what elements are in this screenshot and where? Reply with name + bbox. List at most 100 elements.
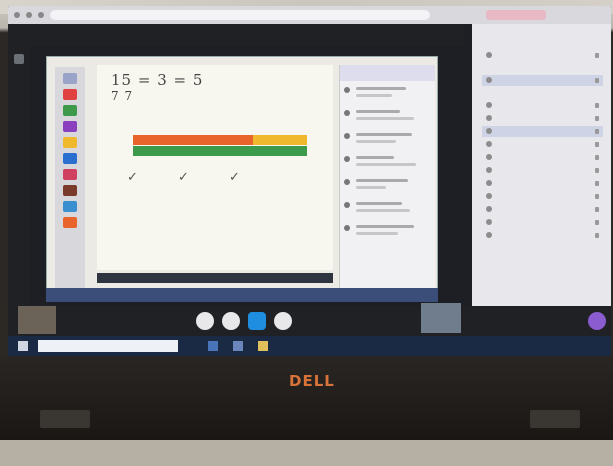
bar-segment-yellow (253, 135, 307, 145)
light-blue-swatch[interactable] (63, 201, 77, 212)
chat-message (344, 223, 431, 242)
taskbar-app-icon[interactable] (208, 341, 218, 351)
whiteboard[interactable]: 15 = 3 = 5 7 7 ✓ ✓ ✓ (97, 65, 333, 270)
windows-start-icon[interactable] (18, 341, 28, 351)
blue-swatch[interactable] (63, 153, 77, 164)
participant-row[interactable] (482, 126, 603, 137)
equation-text: 15 = 3 = 5 (111, 71, 204, 89)
avatar (486, 52, 492, 58)
equation-subtext: 7 7 (111, 89, 134, 103)
tool-palette (55, 67, 85, 297)
bar-segment-green (133, 146, 307, 156)
mic-icon (595, 155, 599, 160)
participant-row[interactable] (482, 191, 603, 202)
mic-icon (595, 129, 599, 134)
avatar (486, 77, 492, 83)
shared-screen-taskbar (46, 288, 438, 302)
mic-icon (595, 168, 599, 173)
fraction-bar-bottom (133, 146, 307, 156)
avatar (486, 115, 492, 121)
mic-icon (595, 181, 599, 186)
meeting-controls-bar (8, 306, 611, 336)
desk-surface (0, 440, 613, 466)
avatar (486, 167, 492, 173)
participant-row[interactable] (482, 230, 603, 241)
avatar (486, 102, 492, 108)
browser-toolbar (8, 6, 611, 24)
avatar (344, 87, 350, 93)
meeting-side-rail (8, 46, 30, 306)
address-bar[interactable] (50, 10, 430, 20)
meeting-title (8, 24, 464, 46)
participant-row[interactable] (482, 152, 603, 163)
leave-call-button[interactable] (588, 312, 606, 330)
pink-swatch[interactable] (63, 169, 77, 180)
avatar (486, 180, 492, 186)
taskbar-app-icon[interactable] (233, 341, 243, 351)
avatar (344, 156, 350, 162)
avatar (344, 202, 350, 208)
participant-row[interactable] (482, 204, 603, 215)
mic-icon (595, 116, 599, 121)
avatar (486, 154, 492, 160)
mic-icon (595, 103, 599, 108)
avatar (486, 128, 492, 134)
chat-message (344, 154, 431, 173)
forward-icon[interactable] (26, 12, 32, 18)
participant-row[interactable] (482, 217, 603, 228)
mic-button[interactable] (196, 312, 214, 330)
fraction-bar-top (133, 135, 307, 145)
back-icon[interactable] (14, 12, 20, 18)
hinge-left (40, 410, 90, 428)
bar-segment-orange (133, 135, 253, 145)
avatar (344, 225, 350, 231)
pen-tool-icon[interactable] (63, 73, 77, 84)
chat-message (344, 85, 431, 104)
more-options-button[interactable] (274, 312, 292, 330)
mic-icon (595, 142, 599, 147)
self-video-tile (421, 303, 461, 333)
participant-row[interactable] (482, 165, 603, 176)
participant-row[interactable] (482, 50, 603, 61)
people-icon[interactable] (14, 54, 24, 64)
reload-icon[interactable] (38, 12, 44, 18)
chat-message (344, 177, 431, 196)
participant-row[interactable] (482, 100, 603, 111)
brown-swatch[interactable] (63, 185, 77, 196)
participant-row[interactable] (482, 139, 603, 150)
taskbar-app-icon[interactable] (258, 341, 268, 351)
avatar (486, 219, 492, 225)
windows-search-box[interactable] (38, 340, 178, 352)
mic-icon (595, 233, 599, 238)
avatar (344, 179, 350, 185)
photo-of-laptop-screen: 15 = 3 = 5 7 7 ✓ ✓ ✓ DELL (0, 0, 613, 466)
people-panel (472, 24, 611, 334)
participant-row[interactable] (482, 75, 603, 86)
chat-panel (339, 65, 435, 291)
green-swatch[interactable] (63, 105, 77, 116)
mic-icon (595, 53, 599, 58)
browser-extension-badge[interactable] (486, 10, 546, 20)
yellow-swatch[interactable] (63, 137, 77, 148)
mic-icon (595, 220, 599, 225)
avatar (486, 141, 492, 147)
hinge-right (530, 410, 580, 428)
red-swatch[interactable] (63, 89, 77, 100)
mic-icon (595, 194, 599, 199)
participant-video-tile (18, 306, 56, 334)
avatar (344, 110, 350, 116)
people-panel-title (472, 24, 611, 36)
check-marks: ✓ ✓ ✓ (127, 170, 258, 185)
camera-button[interactable] (222, 312, 240, 330)
purple-swatch[interactable] (63, 121, 77, 132)
chat-message (344, 108, 431, 127)
participant-row[interactable] (482, 113, 603, 124)
avatar (486, 232, 492, 238)
present-button[interactable] (248, 312, 266, 330)
participant-row[interactable] (482, 178, 603, 189)
avatar (344, 133, 350, 139)
chat-message (344, 200, 431, 219)
shared-screen: 15 = 3 = 5 7 7 ✓ ✓ ✓ (46, 56, 438, 301)
orange-swatch[interactable] (63, 217, 77, 228)
mic-icon (595, 78, 599, 83)
